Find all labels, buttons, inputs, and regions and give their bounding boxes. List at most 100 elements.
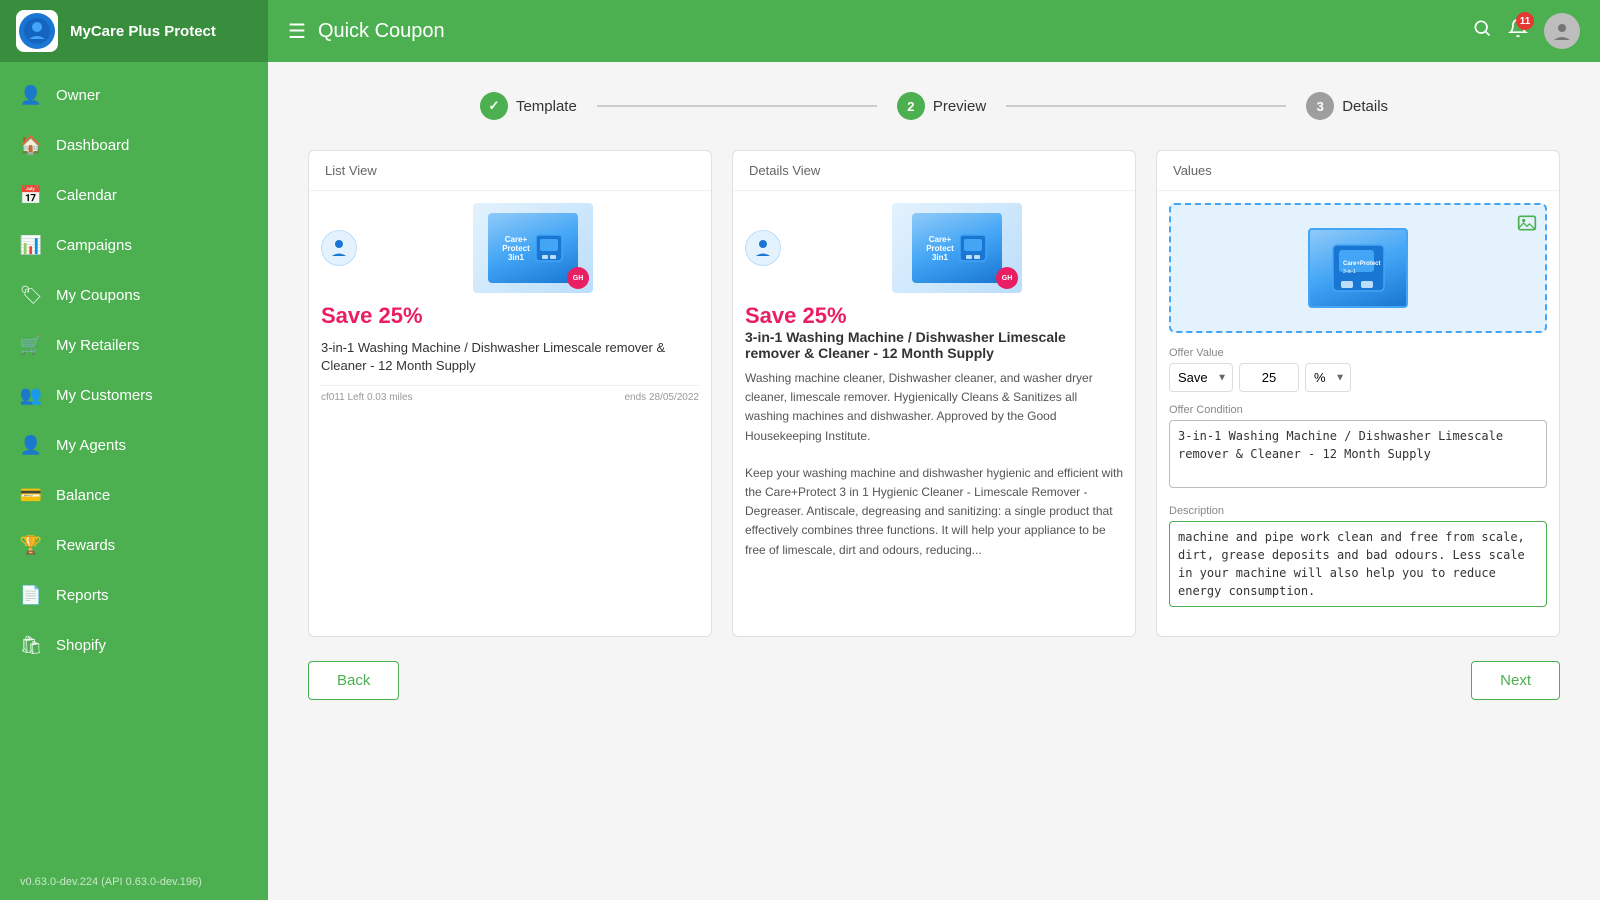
product-image-detail: Care+Protect3in1 GH xyxy=(892,203,1022,293)
sidebar-item-label-shopify: Shopify xyxy=(56,637,106,654)
my-coupons-icon: 🏷 xyxy=(20,284,42,306)
offer-value-label: Offer Value xyxy=(1169,347,1547,359)
details-view-header: Details View xyxy=(733,151,1135,191)
reports-icon: 📄 xyxy=(20,584,42,606)
list-view-header: List View xyxy=(309,151,711,191)
image-icon xyxy=(1517,213,1537,238)
sidebar-item-my-coupons[interactable]: 🏷 My Coupons xyxy=(0,270,268,320)
list-view-body: Care+Protect3in1 GH xyxy=(309,191,711,415)
detail-description-2: Keep your washing machine and dishwasher… xyxy=(745,464,1123,560)
step-line-1 xyxy=(597,105,877,107)
step-line-2 xyxy=(1006,105,1286,107)
sidebar: MyCare Plus Protect 👤 Owner 🏠 Dashboard … xyxy=(0,0,268,900)
my-customers-icon: 👥 xyxy=(20,384,42,406)
my-agents-icon: 👤 xyxy=(20,434,42,456)
sidebar-item-calendar[interactable]: 📅 Calendar xyxy=(0,170,268,220)
notification-button[interactable]: 11 xyxy=(1508,18,1528,44)
back-button[interactable]: Back xyxy=(308,661,399,700)
sidebar-header: MyCare Plus Protect xyxy=(0,0,268,62)
sidebar-item-shopify[interactable]: 🛍 Shopify xyxy=(0,620,268,670)
svg-text:Care+Protect: Care+Protect xyxy=(1343,261,1381,267)
meta-left: cf011 Left 0.03 miles xyxy=(321,392,413,403)
sidebar-item-label-my-customers: My Customers xyxy=(56,387,153,404)
values-header: Values xyxy=(1157,151,1559,191)
sidebar-item-label-my-agents: My Agents xyxy=(56,437,126,454)
percent-select[interactable]: % $ £ xyxy=(1305,363,1351,392)
percent-select-wrapper: % $ £ ▼ xyxy=(1305,363,1351,392)
version-label: v0.63.0-dev.224 (API 0.63.0-dev.196) xyxy=(0,864,268,900)
sidebar-item-dashboard[interactable]: 🏠 Dashboard xyxy=(0,120,268,170)
logo-icon xyxy=(19,13,55,49)
sidebar-item-label-campaigns: Campaigns xyxy=(56,237,132,254)
detail-product-title: 3-in-1 Washing Machine / Dishwasher Lime… xyxy=(745,329,1123,361)
step-template: ✓ Template xyxy=(480,92,577,120)
step-details: 3 Details xyxy=(1306,92,1388,120)
values-card: Values xyxy=(1156,150,1560,637)
app-name: MyCare Plus Protect xyxy=(70,23,216,40)
offer-condition-textarea[interactable] xyxy=(1169,420,1547,488)
ghs-seal: GH xyxy=(567,267,589,289)
step-1-circle: ✓ xyxy=(480,92,508,120)
sidebar-item-owner[interactable]: 👤 Owner xyxy=(0,70,268,120)
list-view-card: List View xyxy=(308,150,712,637)
campaigns-icon: 📊 xyxy=(20,234,42,256)
description-textarea[interactable] xyxy=(1169,521,1547,607)
product-meta: cf011 Left 0.03 miles ends 28/05/2022 xyxy=(321,385,699,403)
uploaded-product-image: Care+Protect 3-in-1 xyxy=(1308,228,1408,308)
topbar: ☰ Quick Coupon 11 xyxy=(268,0,1600,62)
sidebar-item-reports[interactable]: 📄 Reports xyxy=(0,570,268,620)
menu-icon[interactable]: ☰ xyxy=(288,19,306,44)
search-button[interactable] xyxy=(1472,18,1492,44)
save-select-wrapper: Save Get Off ▼ xyxy=(1169,363,1233,392)
shopify-icon: 🛍 xyxy=(20,634,42,656)
amount-input[interactable] xyxy=(1239,363,1299,392)
app-logo xyxy=(16,10,58,52)
description-group: Description xyxy=(1169,505,1547,612)
sidebar-item-label-dashboard: Dashboard xyxy=(56,137,129,154)
nav-buttons: Back Next xyxy=(308,661,1560,710)
step-2-circle: 2 xyxy=(897,92,925,120)
detail-save-text: Save 25% xyxy=(745,303,1123,329)
rewards-icon: 🏆 xyxy=(20,534,42,556)
brand-logo-detail xyxy=(745,230,781,266)
meta-right: ends 28/05/2022 xyxy=(624,392,699,403)
list-product-title: 3-in-1 Washing Machine / Dishwasher Lime… xyxy=(321,339,699,375)
offer-condition-label: Offer Condition xyxy=(1169,404,1547,416)
calendar-icon: 📅 xyxy=(20,184,42,206)
sidebar-item-label-owner: Owner xyxy=(56,87,100,104)
step-preview: 2 Preview xyxy=(897,92,986,120)
sidebar-item-my-customers[interactable]: 👥 My Customers xyxy=(0,370,268,420)
sidebar-item-my-agents[interactable]: 👤 My Agents xyxy=(0,420,268,470)
dashboard-icon: 🏠 xyxy=(20,134,42,156)
next-button[interactable]: Next xyxy=(1471,661,1560,700)
main-content: ☰ Quick Coupon 11 xyxy=(268,0,1600,900)
owner-icon: 👤 xyxy=(20,84,42,106)
offer-value-group: Offer Value Save Get Off ▼ xyxy=(1169,347,1547,392)
svg-text:3-in-1: 3-in-1 xyxy=(1343,269,1356,275)
balance-icon: 💳 xyxy=(20,484,42,506)
sidebar-item-label-reports: Reports xyxy=(56,587,109,604)
sidebar-item-balance[interactable]: 💳 Balance xyxy=(0,470,268,520)
sidebar-item-label-rewards: Rewards xyxy=(56,537,115,554)
sidebar-nav: 👤 Owner 🏠 Dashboard 📅 Calendar 📊 Campaig… xyxy=(0,62,268,864)
step-3-circle: 3 xyxy=(1306,92,1334,120)
list-save-text: Save 25% xyxy=(321,303,699,329)
details-view-card: Details View xyxy=(732,150,1136,637)
sidebar-item-my-retailers[interactable]: 🛒 My Retailers xyxy=(0,320,268,370)
stepper: ✓ Template 2 Preview 3 Details xyxy=(308,92,1560,120)
cards-grid: List View xyxy=(308,150,1560,637)
sidebar-item-label-my-coupons: My Coupons xyxy=(56,287,140,304)
description-label: Description xyxy=(1169,505,1547,517)
topbar-icons: 11 xyxy=(1472,13,1580,49)
ghs-seal-detail: GH xyxy=(996,267,1018,289)
offer-condition-group: Offer Condition xyxy=(1169,404,1547,493)
product-image-list: Care+Protect3in1 GH xyxy=(473,203,593,293)
user-avatar[interactable] xyxy=(1544,13,1580,49)
sidebar-item-rewards[interactable]: 🏆 Rewards xyxy=(0,520,268,570)
sidebar-item-campaigns[interactable]: 📊 Campaigns xyxy=(0,220,268,270)
page-title: Quick Coupon xyxy=(318,20,445,43)
save-select[interactable]: Save Get Off xyxy=(1169,363,1233,392)
image-upload-area[interactable]: Care+Protect 3-in-1 xyxy=(1169,203,1547,333)
sidebar-item-label-calendar: Calendar xyxy=(56,187,117,204)
sidebar-item-label-balance: Balance xyxy=(56,487,110,504)
